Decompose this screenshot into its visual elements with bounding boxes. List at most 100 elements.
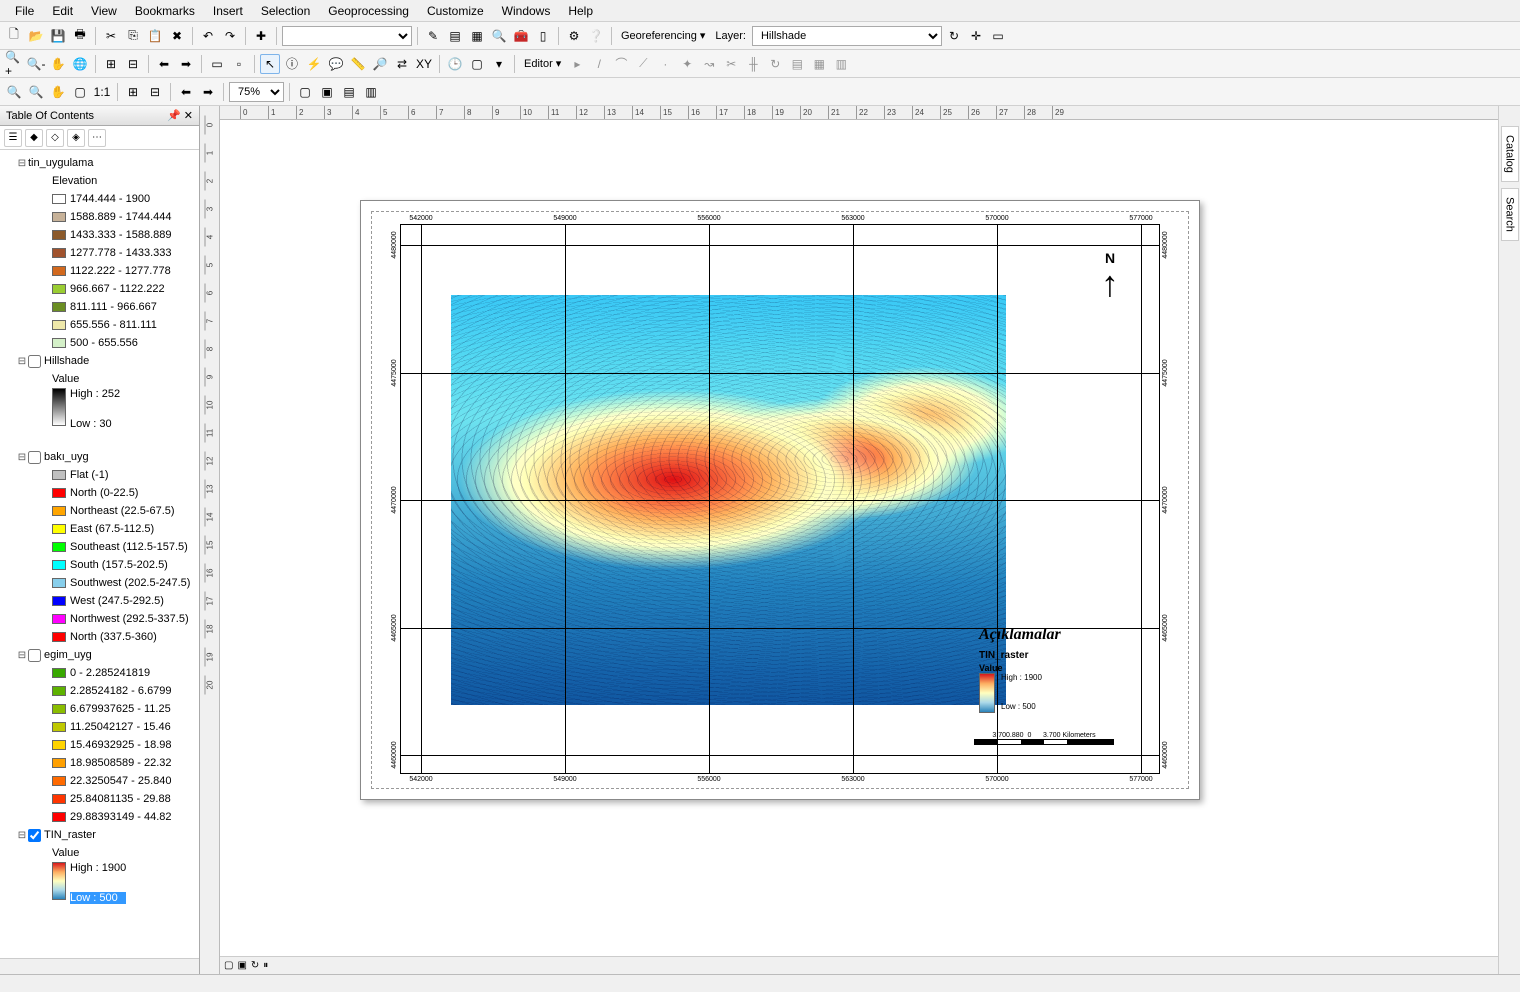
edit-rotate-icon[interactable]: ↻ [765, 54, 785, 74]
data-driven-pages-icon[interactable]: ▥ [361, 82, 381, 102]
toc-tree[interactable]: ⊟tin_uygulamaElevation1744.444 - 1900158… [0, 150, 199, 958]
page[interactable]: N ↑ Açıklamalar TIN_raster Value High : … [360, 200, 1200, 800]
zoom-in-icon[interactable]: 🔍+ [4, 54, 24, 74]
full-extent-icon[interactable]: 🌐 [70, 54, 90, 74]
menu-insert[interactable]: Insert [204, 2, 252, 20]
edit-trace-icon[interactable]: ⟋ [633, 54, 653, 74]
undo-icon[interactable]: ↶ [198, 26, 218, 46]
hyperlink-icon[interactable]: ⚡ [304, 54, 324, 74]
menu-edit[interactable]: Edit [43, 2, 82, 20]
create-viewer-icon[interactable]: ▢ [467, 54, 487, 74]
link-table-icon[interactable]: ✛ [966, 26, 986, 46]
toc-pin-icon[interactable]: 📌 [167, 110, 181, 122]
scale-bar[interactable]: 3.700.880 0 3.700 Kilometers [974, 732, 1114, 745]
zoom-100-icon[interactable]: 1:1 [92, 82, 112, 102]
catalog-icon[interactable]: ▦ [467, 26, 487, 46]
forward-extent-icon[interactable]: ➡ [198, 82, 218, 102]
select-features-icon[interactable]: ▭ [207, 54, 227, 74]
north-arrow[interactable]: N ↑ [1101, 250, 1119, 302]
focus-data-frame-icon[interactable]: ▣ [317, 82, 337, 102]
search-window-icon[interactable]: 🔍 [489, 26, 509, 46]
rotate-icon[interactable]: ↻ [944, 26, 964, 46]
layout-zoom-in-icon[interactable]: 🔍 [4, 82, 24, 102]
add-data-icon[interactable]: ✚ [251, 26, 271, 46]
create-features-icon[interactable]: ▥ [831, 54, 851, 74]
data-view-icon[interactable]: ▢ [224, 960, 233, 971]
layout-zoom-combo[interactable]: 75% [229, 82, 284, 102]
change-layout-icon[interactable]: ▤ [339, 82, 359, 102]
menu-view[interactable]: View [82, 2, 126, 20]
forward-icon[interactable]: ➡ [176, 54, 196, 74]
menu-selection[interactable]: Selection [252, 2, 319, 20]
copy-icon[interactable]: ⎘ [123, 26, 143, 46]
view-link-icon[interactable]: ▭ [988, 26, 1008, 46]
edit-attributes-icon[interactable]: ▤ [787, 54, 807, 74]
refresh-icon[interactable]: ↻ [251, 960, 259, 971]
search-tab[interactable]: Search [1501, 188, 1519, 241]
time-slider-icon[interactable]: 🕒 [445, 54, 465, 74]
list-by-source-icon[interactable]: ◆ [25, 129, 43, 147]
menu-help[interactable]: Help [559, 2, 602, 20]
zoom-whole-page-icon[interactable]: ▢ [70, 82, 90, 102]
back-icon[interactable]: ⬅ [154, 54, 174, 74]
editor-toolbar-icon[interactable]: ✎ [423, 26, 443, 46]
fixed-zoomin-layout-icon[interactable]: ⊞ [123, 82, 143, 102]
list-by-drawing-order-icon[interactable]: ☰ [4, 129, 22, 147]
georef-layer-combo[interactable]: Hillshade [752, 26, 942, 46]
redo-icon[interactable]: ↷ [220, 26, 240, 46]
save-icon[interactable]: 💾 [48, 26, 68, 46]
toc-close-icon[interactable]: ✕ [184, 110, 193, 122]
layout-zoom-out-icon[interactable]: 🔍 [26, 82, 46, 102]
edit-tool-icon[interactable]: ▸ [567, 54, 587, 74]
back-extent-icon[interactable]: ⬅ [176, 82, 196, 102]
menu-file[interactable]: File [6, 2, 43, 20]
new-icon[interactable]: 🗋 [4, 26, 24, 46]
catalog-tab[interactable]: Catalog [1501, 126, 1519, 182]
zoom-out-icon[interactable]: 🔍- [26, 54, 46, 74]
fixed-zoom-out-icon[interactable]: ⊟ [123, 54, 143, 74]
delete-icon[interactable]: ✖ [167, 26, 187, 46]
clear-selection-icon[interactable]: ▫ [229, 54, 249, 74]
layout-canvas[interactable]: N ↑ Açıklamalar TIN_raster Value High : … [220, 120, 1498, 956]
fixed-zoom-in-icon[interactable]: ⊞ [101, 54, 121, 74]
edit-straight-icon[interactable]: / [589, 54, 609, 74]
edit-cut-icon[interactable]: ✂ [721, 54, 741, 74]
print-icon[interactable]: 🖶 [70, 26, 90, 46]
options-icon[interactable]: ⋯ [88, 129, 106, 147]
menu-customize[interactable]: Customize [418, 2, 493, 20]
open-icon[interactable]: 📂 [26, 26, 46, 46]
paste-icon[interactable]: 📋 [145, 26, 165, 46]
html-popup-icon[interactable]: 💬 [326, 54, 346, 74]
fixed-zoomout-layout-icon[interactable]: ⊟ [145, 82, 165, 102]
georef-dropdown[interactable]: Georeferencing ▾ [617, 29, 709, 42]
edit-vertices-icon[interactable]: ✦ [677, 54, 697, 74]
edit-split-icon[interactable]: ╫ [743, 54, 763, 74]
layout-pan-icon[interactable]: ✋ [48, 82, 68, 102]
edit-point-icon[interactable]: · [655, 54, 675, 74]
toggle-draft-icon[interactable]: ▢ [295, 82, 315, 102]
model-builder-icon[interactable]: ⚙ [564, 26, 584, 46]
list-by-visibility-icon[interactable]: ◇ [46, 129, 64, 147]
find-icon[interactable]: 🔎 [370, 54, 390, 74]
scale-combo[interactable] [282, 26, 412, 46]
help-icon[interactable]: ❔ [586, 26, 606, 46]
edit-arc-icon[interactable]: ⌒ [611, 54, 631, 74]
toc-scrollbar[interactable] [0, 958, 199, 974]
find-route-icon[interactable]: ⇄ [392, 54, 412, 74]
pause-drawing-icon[interactable]: ⏸ [263, 960, 268, 971]
list-by-selection-icon[interactable]: ◈ [67, 129, 85, 147]
toc-icon[interactable]: ▤ [445, 26, 465, 46]
select-elements-icon[interactable]: ↖ [260, 54, 280, 74]
python-icon[interactable]: ▯ [533, 26, 553, 46]
map-legend[interactable]: Açıklamalar TIN_raster Value High : 1900… [979, 626, 1129, 713]
edit-reshape-icon[interactable]: ↝ [699, 54, 719, 74]
map-data-frame[interactable]: N ↑ Açıklamalar TIN_raster Value High : … [400, 224, 1160, 774]
viewer-icon[interactable]: ▾ [489, 54, 509, 74]
editor-dropdown[interactable]: Editor ▾ [520, 57, 565, 70]
menu-bookmarks[interactable]: Bookmarks [126, 2, 204, 20]
measure-icon[interactable]: 📏 [348, 54, 368, 74]
menu-windows[interactable]: Windows [493, 2, 560, 20]
toolbox-icon[interactable]: 🧰 [511, 26, 531, 46]
goto-xy-icon[interactable]: XY [414, 54, 434, 74]
menu-geoprocessing[interactable]: Geoprocessing [319, 2, 418, 20]
